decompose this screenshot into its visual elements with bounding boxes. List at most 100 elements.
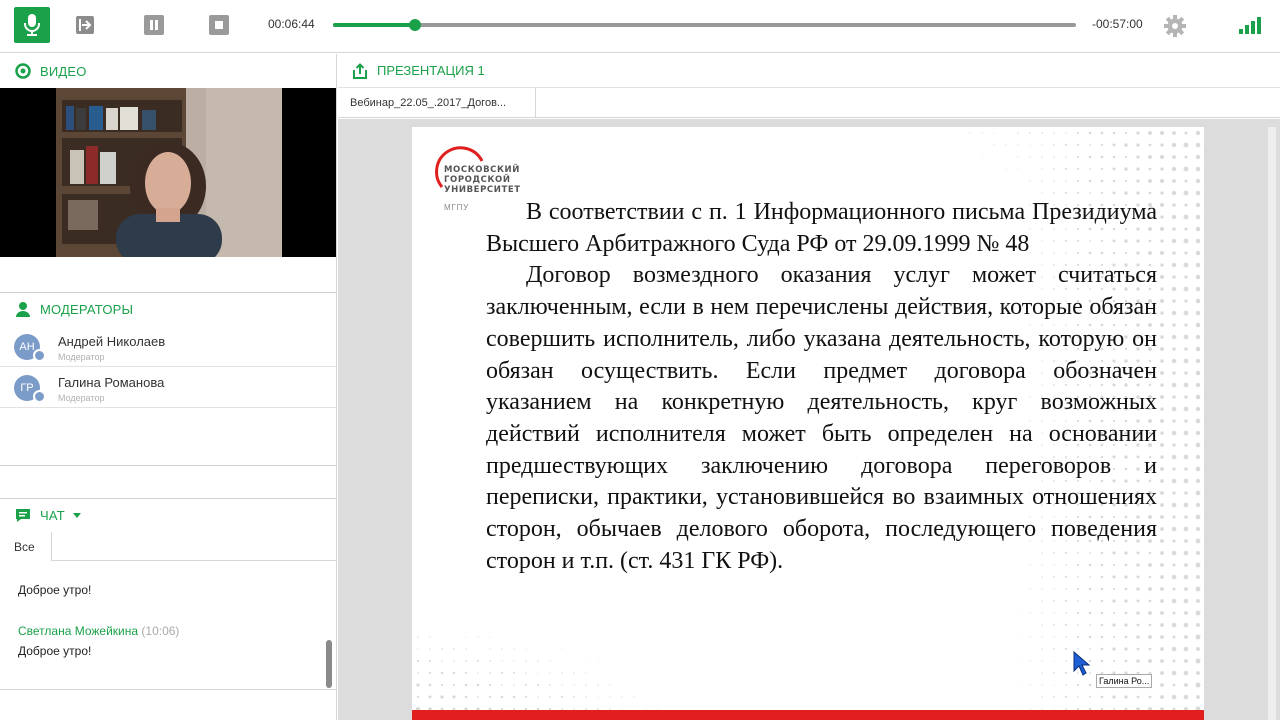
pattern-dot: [561, 672, 563, 674]
pattern-dot: [1113, 660, 1115, 662]
pattern-dot: [1017, 144, 1019, 146]
pattern-dot: [561, 684, 563, 686]
presentation-header: ПРЕЗЕНТАЦИЯ 1: [338, 54, 1280, 88]
pattern-dot: [501, 660, 503, 662]
pattern-dot: [1053, 648, 1055, 650]
pattern-dot: [1183, 358, 1189, 364]
pattern-dot: [1160, 611, 1164, 615]
chevron-down-icon[interactable]: [72, 512, 81, 518]
pattern-dot: [525, 660, 527, 662]
pattern-dot: [1172, 467, 1176, 471]
tab-presentation-file[interactable]: Вебинар_22.05_.2017_Догов...: [338, 88, 536, 118]
pattern-dot: [1029, 684, 1031, 686]
pattern-dot: [1160, 335, 1164, 339]
elapsed-time: 00:06:44: [268, 17, 315, 31]
pattern-dot: [537, 684, 539, 686]
pattern-dot: [488, 683, 492, 687]
video-feed[interactable]: [0, 88, 336, 257]
pattern-dot: [1172, 587, 1176, 591]
pattern-dot: [1183, 670, 1189, 676]
pattern-dot: [1065, 156, 1067, 158]
pattern-dot: [1171, 454, 1177, 460]
pattern-dot: [1089, 168, 1091, 170]
pattern-dot: [1124, 623, 1128, 627]
pattern-dot: [1124, 143, 1128, 147]
pattern-dot: [452, 695, 456, 699]
pattern-dot: [1172, 323, 1176, 327]
pattern-dot: [1160, 407, 1164, 411]
pattern-dot: [1148, 143, 1152, 147]
pattern-dot: [452, 683, 456, 687]
slide-footer-bar: [412, 710, 1204, 720]
progress-handle[interactable]: [408, 19, 421, 31]
pattern-dot: [1195, 574, 1201, 580]
pattern-dot: [1160, 467, 1164, 471]
pattern-dot: [1136, 611, 1140, 615]
moderator-name: Андрей Николаев: [58, 334, 166, 349]
pattern-dot: [1172, 131, 1176, 135]
pattern-dot: [1088, 587, 1092, 591]
pattern-dot: [1159, 322, 1165, 328]
pattern-dot: [525, 648, 527, 650]
settings-button[interactable]: [1163, 14, 1187, 38]
pattern-dot: [1196, 599, 1200, 603]
pattern-dot: [1172, 275, 1176, 279]
moderators-title: МОДЕРАТОРЫ: [40, 301, 134, 317]
pattern-dot: [1171, 526, 1177, 532]
chat-author-name[interactable]: Светлана Можейкина: [18, 624, 138, 638]
pattern-dot: [417, 648, 419, 650]
pattern-dot: [549, 684, 551, 686]
pattern-dot: [1112, 635, 1116, 639]
pattern-dot: [1041, 180, 1043, 182]
exit-button[interactable]: [74, 14, 96, 36]
pattern-dot: [1112, 179, 1116, 183]
pattern-dot: [513, 672, 515, 674]
pattern-dot: [1100, 179, 1104, 183]
pattern-dot: [1076, 131, 1080, 135]
pattern-dot: [1136, 599, 1140, 603]
pattern-dot: [1184, 131, 1188, 135]
pattern-dot: [1195, 658, 1201, 664]
progress-slider[interactable]: [333, 19, 1076, 31]
pattern-dot: [1196, 647, 1200, 651]
pattern-dot: [1100, 695, 1104, 699]
pattern-dot: [1195, 478, 1201, 484]
pattern-dot: [1160, 503, 1164, 507]
pattern-dot: [1029, 660, 1031, 662]
pattern-dot: [1089, 600, 1091, 602]
pointer-cursor-icon: [1073, 651, 1091, 676]
pattern-dot: [1184, 419, 1188, 423]
pattern-dot: [1160, 431, 1164, 435]
pattern-dot: [1195, 454, 1201, 460]
pattern-dot: [1017, 156, 1019, 158]
pattern-dot: [1183, 286, 1189, 292]
microphone-button[interactable]: [14, 7, 50, 43]
pattern-dot: [1184, 563, 1188, 567]
logo-line: ГОРОДСКОЙ: [444, 175, 511, 185]
pattern-dot: [1065, 636, 1067, 638]
chat-header[interactable]: ЧАТ: [0, 498, 336, 532]
pattern-dot: [1195, 634, 1201, 640]
pattern-dot: [1160, 263, 1164, 267]
pattern-dot: [1053, 612, 1055, 614]
pattern-dot: [1136, 695, 1140, 699]
pattern-dot: [1005, 168, 1007, 170]
stop-button[interactable]: [208, 14, 230, 36]
moderator-item[interactable]: АН Андрей Николаев Модератор: [0, 326, 336, 367]
pattern-dot: [1195, 286, 1201, 292]
pattern-dot: [1195, 346, 1201, 352]
tab-all[interactable]: Все: [0, 532, 52, 561]
pattern-dot: [1112, 599, 1116, 603]
presentation-scrollbar[interactable]: [1268, 127, 1276, 720]
chat-input-area[interactable]: [0, 689, 336, 720]
pattern-dot: [1195, 178, 1201, 184]
pattern-dot: [1100, 131, 1104, 135]
pause-button[interactable]: [143, 14, 165, 36]
pattern-dot: [1184, 227, 1188, 231]
pattern-dot: [1183, 262, 1189, 268]
moderator-item[interactable]: ГР Галина Романова Модератор: [0, 367, 336, 408]
pattern-dot: [1160, 443, 1164, 447]
pattern-dot: [1171, 166, 1177, 172]
chat-scrollbar[interactable]: [326, 640, 332, 688]
pattern-dot: [1171, 406, 1177, 412]
